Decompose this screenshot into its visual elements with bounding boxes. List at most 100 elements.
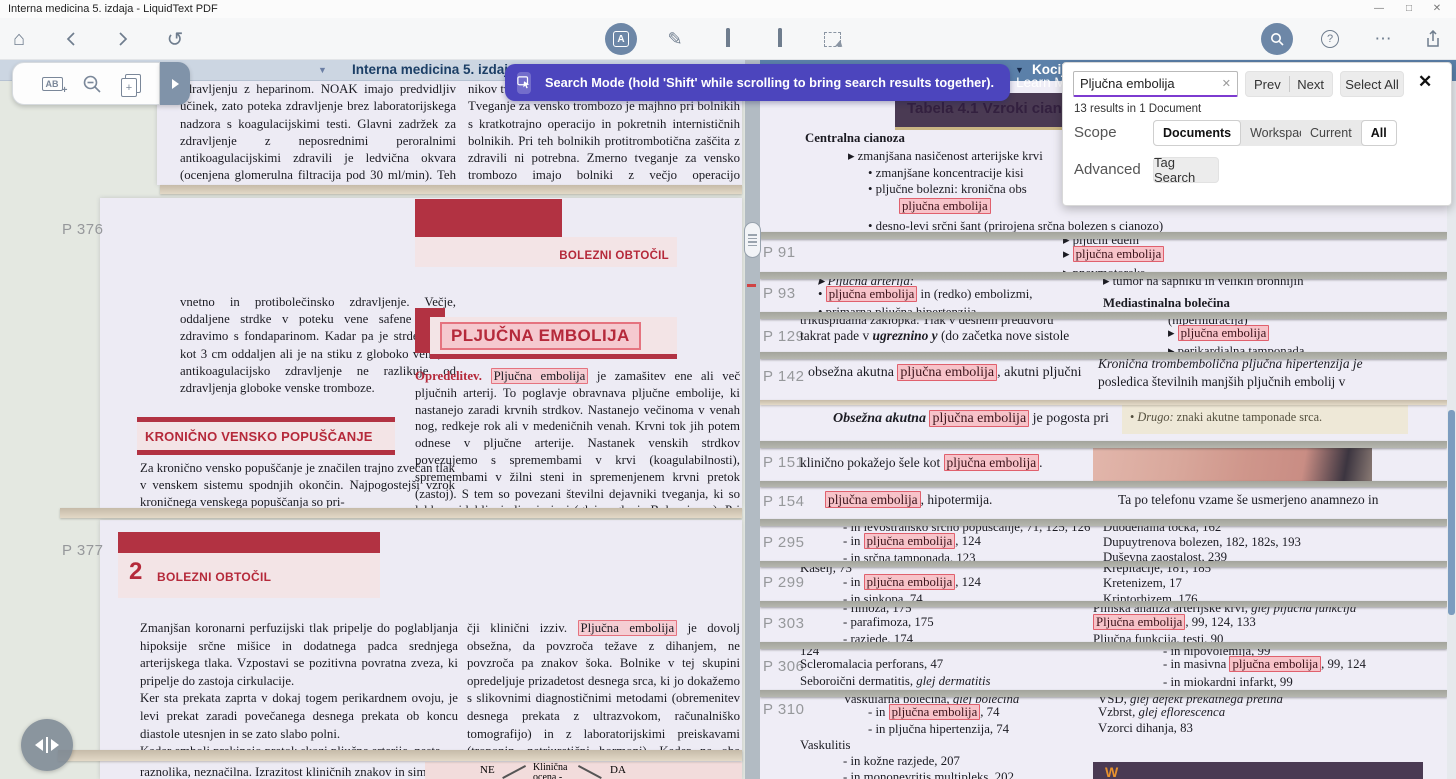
search-hit-highlight: pljučna embolija [1072,246,1165,262]
text-segment: je pogosta pri [1029,411,1109,426]
result-line: Vzorci dihanja, 83 [1098,721,1193,735]
result-line: - in pljučna embolija, 124 [843,533,981,549]
text-segment: - in [843,575,864,589]
close-search-icon[interactable]: ✕ [1418,72,1432,92]
lock-alt-icon[interactable] [765,18,795,60]
text-segment: ugreznino y [872,328,938,343]
quick-toolbar: AB + + [12,62,190,105]
result-line: - in masivna pljučna embolija, 99, 124 [1163,656,1366,672]
result-page-label: P 299 [763,574,805,591]
search-result-strip[interactable]: P 310 Vaskularna bolečina, glej bolečina… [760,697,1447,779]
result-line: • zmanjšane koncentracije kisi [868,166,1024,180]
result-line: ▸ pljučna embolija [1168,325,1270,341]
search-icon[interactable] [1261,18,1293,60]
expand-toolbar-button[interactable] [160,62,190,105]
text-segment: Drugo: [1137,410,1174,424]
search-result-strip[interactable]: P 91 ▸ pljučni edem ▸ pljučna embolija ▸… [760,239,1447,272]
chapter-title: BOLEZNI OBTOČIL [157,570,272,584]
search-result-strip[interactable]: Obsežna akutna pljučna embolija je pogos… [760,405,1447,441]
result-line: Mediastinalna bolečina [1103,296,1230,310]
tag-search-button[interactable]: Tag Search [1153,155,1219,185]
arrow-left-icon [35,739,43,751]
title-bar: Interna medicina 5. izdaja - LiquidText … [0,0,1456,18]
text-segment: je zamašitev ene ali več pljučnih arteri… [415,369,741,508]
home-icon[interactable]: ⌂ [4,18,34,60]
search-result-strip[interactable]: P 93 ▸ Pljučna arterija: • pljučna embol… [760,279,1447,312]
text-segment: in (redko) embolizmi, [917,287,1033,301]
strip-separator [760,642,1447,649]
search-query[interactable]: Pljučna embolija [1080,76,1222,91]
result-line: Vzbrst, glej eflorescenca [1098,705,1225,720]
pointer-icon [517,71,531,94]
result-page-label: P 142 [763,368,805,385]
text-segment: Obsežna akutna [833,411,930,426]
search-result-strip[interactable]: P 306 124 Scleromalacia perforans, 47 Se… [760,649,1447,690]
result-line: ▸ zmanjšana nasičenost arterijske krvi [848,149,1043,163]
search-result-strip[interactable]: P 154 pljučna embolija, hipotermija. Ta … [760,487,1447,519]
maximize-button[interactable]: □ [1396,1,1422,16]
next-button[interactable]: Next [1289,77,1332,92]
collapse-panel-button[interactable] [21,719,73,771]
result-page-label: P 91 [763,244,796,261]
pdf-canvas[interactable]: zdravljenju z heparinom. NOAK imajo pred… [0,80,745,779]
result-page-label: P 295 [763,534,805,551]
more-icon[interactable]: ⋯ [1368,18,1398,60]
result-line: obsežna akutna pljučna embolija, akutni … [808,364,1082,381]
page-text: zdravljenju z heparinom. NOAK imajo pred… [180,82,456,183]
share-icon[interactable] [1418,18,1448,60]
minimize-button[interactable]: — [1366,1,1392,16]
chevron-down-icon[interactable]: ▼ [318,65,327,75]
search-result-strip[interactable]: P 295 - in levostransko srčno popuščanje… [760,526,1447,561]
lock-icon[interactable] [713,18,743,60]
scope-label: Scope [1074,124,1117,141]
forward-icon[interactable] [108,18,138,60]
pdf-page-377[interactable]: 2 BOLEZNI OBTOČIL Zmanjšan koronarni per… [100,520,742,779]
zoom-out-icon[interactable] [74,62,110,105]
result-line: trikuspidalna zaklopka. Tlak v desnem pr… [800,319,1054,327]
clear-search-icon[interactable]: ✕ [1222,77,1231,90]
strip-separator [760,232,1447,239]
range-current-option[interactable]: Current [1301,120,1361,146]
note-box: • Drugo: znaki akutne tamponade srca. [1122,405,1408,434]
result-line: - in pljučna embolija, 124 [843,574,981,590]
search-result-strip[interactable]: P 129 trikuspidalna zaklopka. Tlak v des… [760,319,1447,352]
text-segment: glej pljučna funkcija [1251,607,1357,615]
add-page-icon[interactable]: + [115,62,151,105]
panel-divider[interactable] [745,60,760,779]
scope-documents-option[interactable]: Documents [1153,120,1242,146]
divider-drag-handle[interactable] [744,222,761,258]
undo-icon[interactable]: ↺ [160,18,190,60]
search-hit-highlight: pljučna embolija [863,574,956,590]
back-icon[interactable] [55,18,85,60]
search-result-strip[interactable]: P 151 klinično pokažejo šele kot pljučna… [760,448,1447,481]
select-all-button[interactable]: Select All [1340,71,1404,97]
pen-tool-icon[interactable]: ✎ [660,18,690,60]
add-text-box-icon[interactable]: AB + [34,62,70,105]
prev-button[interactable]: Prev [1246,77,1289,92]
scrollbar-thumb[interactable] [1448,410,1455,615]
result-line: Pljučna embolija, 99, 124, 133 [1093,614,1256,630]
search-input[interactable]: Pljučna embolija ✕ [1073,71,1238,97]
text-segment: Zmanjšan koronarni perfuzijski tlak prip… [140,621,458,688]
result-line: Pljučna funkcija, testi, 90 [1093,632,1224,642]
result-page-label: P 154 [763,493,805,510]
excerpt-tool-icon[interactable] [816,18,848,60]
section-box: W [1093,762,1423,779]
close-button[interactable]: ✕ [1424,1,1450,16]
range-all-option[interactable]: All [1360,120,1397,146]
search-result-strip[interactable]: P 142 obsežna akutna pljučna embolija, a… [760,359,1447,400]
search-result-strip[interactable]: P 299 Kašelj, 73 - in pljučna embolija, … [760,567,1447,601]
strip-separator [760,352,1447,359]
chevron-down-icon[interactable]: ▼ [1015,65,1024,75]
page-number-label: P 376 [62,221,104,238]
search-result-strip[interactable]: P 303 - fimoza, 175 - parafimoza, 175 - … [760,607,1447,642]
document-tab-title[interactable]: Interna medicina 5. izdaja [352,62,516,77]
arrow-right-icon [51,739,59,751]
result-line: - in sinkopa, 74 [843,592,923,601]
text-segment: • [818,287,826,301]
text-segment: glej dermatitis [916,674,991,688]
text-tool-icon[interactable]: A [605,18,637,60]
help-icon[interactable]: ? [1315,18,1345,60]
pdf-page-376[interactable]: BOLEZNI OBTOČIL vnetno in protibolečinsk… [100,198,742,508]
search-hit-highlight: pljučna embolija [1177,325,1270,341]
